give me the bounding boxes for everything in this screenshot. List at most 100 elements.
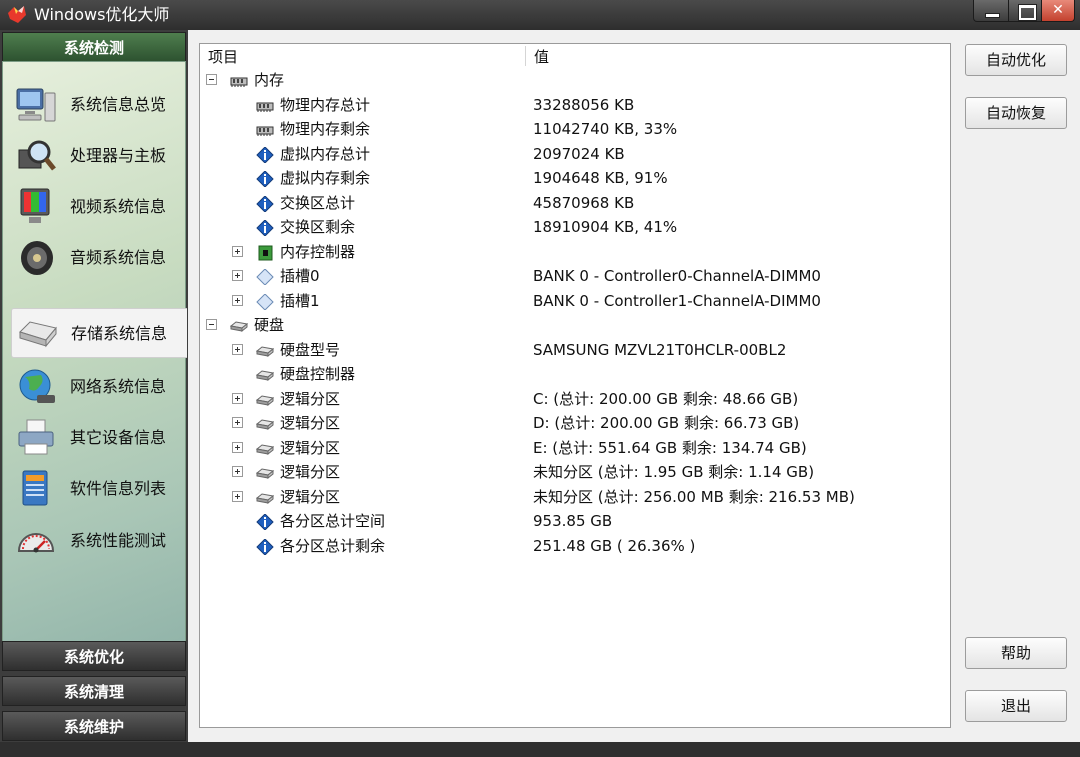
tree-row[interactable]: 各分区总计空间 953.85 GB [200, 509, 950, 533]
info-icon [256, 194, 274, 213]
nav-item-storage-info[interactable]: 存储系统信息 [11, 308, 187, 358]
expand-icon[interactable] [232, 245, 243, 257]
monitor-icon [20, 188, 50, 223]
nav-item-system-overview[interactable]: 系统信息总览 [11, 80, 187, 130]
tree-row-value: 未知分区 (总计: 256.00 MB 剩余: 216.53 MB) [533, 487, 855, 506]
tree-row[interactable]: 内存 [200, 68, 950, 92]
column-header-item[interactable]: 项目 [208, 46, 238, 68]
expand-icon[interactable] [232, 417, 243, 428]
nav-label: 其它设备信息 [70, 428, 167, 447]
expand-icon[interactable] [232, 466, 243, 477]
expand-icon[interactable] [232, 441, 243, 453]
tree-row[interactable]: 各分区总计剩余 251.48 GB ( 26.36% ) [200, 534, 950, 558]
hdd-icon [255, 415, 275, 431]
nav-label: 系统性能测试 [70, 531, 167, 550]
expand-icon[interactable] [232, 294, 243, 306]
tree-row-value: 2097024 KB [533, 144, 625, 163]
tree-row[interactable]: 硬盘控制器 [200, 362, 950, 386]
nav-item-other-devices[interactable]: 其它设备信息 [11, 413, 187, 463]
help-button[interactable]: 帮助 [965, 637, 1067, 669]
tree-row[interactable]: 物理内存剩余 11042740 KB, 33% [200, 117, 950, 141]
close-button[interactable] [1041, 0, 1075, 22]
app-logo-icon [8, 6, 26, 23]
computer-icon [16, 88, 56, 122]
collapse-icon[interactable] [206, 74, 217, 85]
auto-optimize-button[interactable]: 自动优化 [965, 44, 1067, 76]
speaker-icon [21, 241, 53, 275]
auto-restore-button[interactable]: 自动恢复 [965, 97, 1067, 129]
tree-row[interactable]: 内存控制器 [200, 240, 950, 264]
hdd-icon [255, 342, 275, 358]
nav-item-performance-test[interactable]: 系统性能测试 [11, 516, 187, 566]
tree-row[interactable]: 虚拟内存总计 2097024 KB [200, 142, 950, 166]
tree-row-value: 未知分区 (总计: 1.95 GB 剩余: 1.14 GB) [533, 463, 815, 481]
tree-row-value: 1904648 KB, 91% [533, 169, 668, 187]
category-system-detect[interactable]: 系统检测 [2, 32, 186, 62]
drive-icon [19, 321, 57, 348]
nav-label: 软件信息列表 [70, 479, 167, 498]
tree-row-value: BANK 0 - Controller0-ChannelA-DIMM0 [533, 267, 821, 285]
collapse-icon[interactable] [206, 319, 217, 330]
nav-item-video-info[interactable]: 视频系统信息 [11, 182, 187, 232]
tree-row-label: 插槽0 [280, 267, 320, 285]
tree-row-label: 硬盘控制器 [280, 365, 356, 383]
diamond-icon [256, 268, 274, 286]
sidebar: 系统检测 系统信息总览 处理器与主板 视频系统信息 音频系统信息 存储系统信息 … [0, 30, 188, 742]
minimize-button[interactable] [973, 0, 1009, 22]
tree-row-label: 虚拟内存总计 [280, 144, 371, 163]
exit-button[interactable]: 退出 [965, 690, 1067, 722]
info-tree-panel[interactable]: 项目 值 内存 物理内存总计 33288056 KB 物理内存剩余 11042740 K… [199, 43, 951, 728]
tree-row-label: 逻辑分区 [280, 389, 341, 408]
tree-row-label: 交换区总计 [280, 193, 356, 212]
tree-row-value: 953.85 GB [533, 512, 613, 530]
tree-row[interactable]: 虚拟内存剩余 1904648 KB, 91% [200, 166, 950, 190]
info-icon [256, 537, 274, 556]
category-system-maintain[interactable]: 系统维护 [2, 711, 186, 741]
nav-item-software-list[interactable]: 软件信息列表 [11, 464, 187, 514]
maximize-button[interactable] [1008, 0, 1042, 22]
title-bar[interactable]: Windows优化大师 [0, 0, 1080, 30]
expand-icon[interactable] [232, 343, 243, 355]
category-system-optimize[interactable]: 系统优化 [2, 641, 186, 671]
info-icon [256, 219, 274, 237]
tree-row-value: 33288056 KB [533, 95, 635, 114]
expand-icon[interactable] [232, 392, 243, 404]
nav-item-network-info[interactable]: 网络系统信息 [11, 362, 187, 412]
tree-row[interactable]: 硬盘 [200, 313, 950, 337]
nav-label: 视频系统信息 [70, 197, 167, 216]
tree-row-label: 逻辑分区 [280, 463, 341, 481]
tree-row[interactable]: 逻辑分区 未知分区 (总计: 1.95 GB 剩余: 1.14 GB) [200, 460, 950, 484]
info-icon [256, 145, 274, 164]
nav-item-audio-info[interactable]: 音频系统信息 [11, 233, 187, 283]
hdd-icon [255, 366, 275, 382]
tree-row[interactable]: 硬盘型号 SAMSUNG MZVL21T0HCLR-00BL2 [200, 338, 950, 362]
tree-row-label: 内存控制器 [280, 242, 356, 261]
printer-icon [18, 419, 54, 455]
window-title: Windows优化大师 [34, 5, 170, 24]
tree-row[interactable]: 交换区总计 45870968 KB [200, 191, 950, 215]
tree-row[interactable]: 逻辑分区 未知分区 (总计: 256.00 MB 剩余: 216.53 MB) [200, 485, 950, 509]
gauge-icon [17, 533, 55, 553]
nav-label: 存储系统信息 [71, 324, 168, 343]
nav-panel: 系统信息总览 处理器与主板 视频系统信息 音频系统信息 存储系统信息 网络系统信… [2, 61, 187, 665]
tree-row-value: D: (总计: 200.00 GB 剩余: 66.73 GB) [533, 414, 800, 432]
chip-icon [256, 244, 274, 260]
info-icon [256, 513, 274, 531]
category-system-clean[interactable]: 系统清理 [2, 676, 186, 706]
memory-icon [256, 97, 274, 113]
tree-row[interactable]: 物理内存总计 33288056 KB [200, 93, 950, 117]
expand-icon[interactable] [232, 490, 243, 502]
tree-row[interactable]: 逻辑分区 D: (总计: 200.00 GB 剩余: 66.73 GB) [200, 411, 950, 435]
tree-row[interactable]: 逻辑分区 C: (总计: 200.00 GB 剩余: 48.66 GB) [200, 387, 950, 411]
tree-row[interactable]: 逻辑分区 E: (总计: 551.64 GB 剩余: 134.74 GB) [200, 436, 950, 460]
column-header-value[interactable]: 值 [534, 46, 549, 68]
info-icon [256, 170, 274, 188]
tree-row[interactable]: 插槽0 BANK 0 - Controller0-ChannelA-DIMM0 [200, 264, 950, 288]
hdd-icon [255, 464, 275, 480]
nav-item-cpu-motherboard[interactable]: 处理器与主板 [11, 131, 187, 181]
tree-row[interactable]: 交换区剩余 18910904 KB, 41% [200, 215, 950, 239]
column-separator[interactable] [525, 46, 526, 66]
expand-icon[interactable] [232, 270, 243, 281]
tree-row-label: 交换区剩余 [280, 218, 356, 236]
tree-row[interactable]: 插槽1 BANK 0 - Controller1-ChannelA-DIMM0 [200, 289, 950, 313]
